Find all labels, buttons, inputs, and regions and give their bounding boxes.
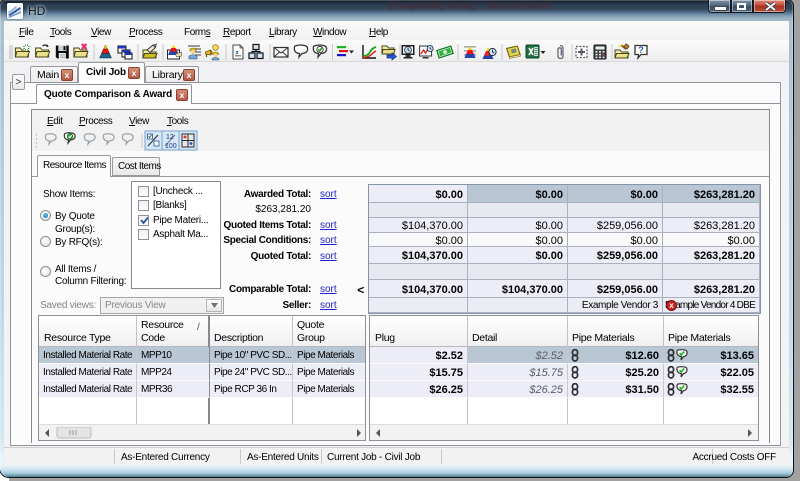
svg-text:?: ? bbox=[638, 45, 644, 55]
svg-text:100: 100 bbox=[165, 143, 177, 150]
